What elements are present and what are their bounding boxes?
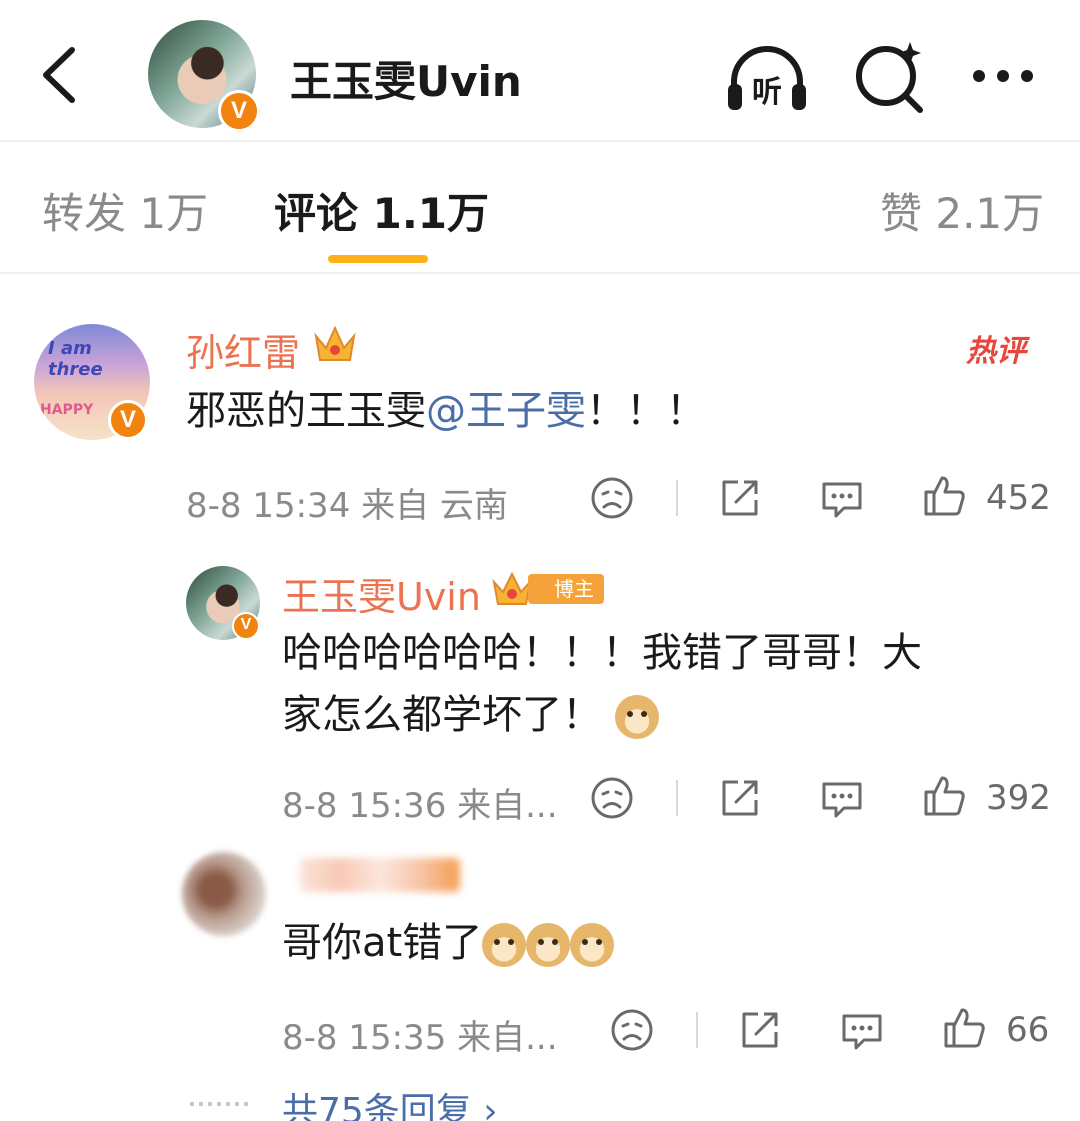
comment-text-post: ！！！ bbox=[586, 388, 706, 434]
reply-username[interactable]: 王玉雯Uvin bbox=[282, 566, 481, 621]
tab-likes[interactable]: 赞 2.1万 bbox=[880, 180, 1044, 241]
reply-text-line-2-text: 家怎么都学坏了！ bbox=[282, 692, 602, 738]
action-divider bbox=[676, 480, 678, 516]
comment-text-pre: 邪恶的王玉雯 bbox=[186, 388, 426, 434]
weibo-comment-page: V 王玉雯Uvin 听 转发 1万 评论 1.1万 赞 2.1万 I am th… bbox=[0, 0, 1080, 1121]
comment-meta: 8-8 15:34 来自 云南 bbox=[186, 486, 508, 526]
header-divider bbox=[0, 140, 1080, 142]
action-divider bbox=[696, 1012, 698, 1048]
comment-text: 邪恶的王玉雯@王子雯！！！ bbox=[186, 380, 706, 442]
reply-text: 哈哈哈哈哈哈！！！我错了哥哥！大 家怎么都学坏了！ bbox=[282, 622, 1042, 746]
page-title[interactable]: 王玉雯Uvin bbox=[290, 48, 522, 109]
hot-comment-badge: 热评 bbox=[962, 318, 1044, 369]
reply-username-blurred[interactable] bbox=[300, 858, 460, 892]
share-icon[interactable] bbox=[736, 1006, 784, 1054]
doge-emoji-icon bbox=[614, 695, 659, 739]
avatar-sticker-text: I am three bbox=[48, 338, 103, 380]
like-icon[interactable] bbox=[940, 1004, 988, 1052]
reply-icon[interactable] bbox=[838, 1006, 886, 1054]
crown-icon bbox=[314, 325, 356, 361]
reply-text-line-2: 家怎么都学坏了！ bbox=[282, 684, 1042, 746]
action-divider bbox=[676, 780, 678, 816]
more-replies-link[interactable]: 共75条回复 › bbox=[282, 1082, 498, 1121]
reply-text-line-1: 哈哈哈哈哈哈！！！我错了哥哥！大 bbox=[282, 630, 922, 676]
like-count: 66 bbox=[1006, 1010, 1050, 1050]
verified-badge: V bbox=[232, 612, 260, 640]
avatar-sticker-text-2: HAPPY bbox=[40, 402, 94, 418]
headphones-icon[interactable]: 听 bbox=[722, 38, 812, 118]
search-icon[interactable] bbox=[848, 38, 938, 118]
doge-emoji-icon bbox=[526, 923, 571, 967]
more-icon[interactable] bbox=[965, 38, 1055, 118]
dislike-face-icon[interactable] bbox=[588, 774, 636, 822]
tab-comments[interactable]: 评论 1.1万 bbox=[274, 180, 489, 241]
verified-badge: V bbox=[218, 90, 260, 132]
tab-reposts[interactable]: 转发 1万 bbox=[42, 180, 208, 241]
reply-icon[interactable] bbox=[818, 474, 866, 522]
top-nav-bar: V 王玉雯Uvin 听 bbox=[0, 0, 1080, 140]
blogger-tag: 博主 bbox=[528, 574, 604, 604]
hot-comment-label: 热评 bbox=[966, 334, 1026, 369]
dislike-face-icon[interactable] bbox=[608, 1006, 656, 1054]
comment-username[interactable]: 孙红雷 bbox=[186, 322, 300, 377]
like-icon[interactable] bbox=[920, 472, 968, 520]
avatar[interactable] bbox=[182, 852, 266, 936]
like-count: 392 bbox=[986, 778, 1051, 818]
active-tab-indicator bbox=[328, 255, 428, 263]
reply-text: 哥你at错了 bbox=[282, 912, 615, 974]
verified-badge: V bbox=[108, 400, 148, 440]
like-count: 452 bbox=[986, 478, 1051, 518]
share-icon[interactable] bbox=[716, 474, 764, 522]
reply-icon[interactable] bbox=[818, 774, 866, 822]
reply-meta: 8-8 15:36 来自... bbox=[282, 786, 558, 826]
share-icon[interactable] bbox=[716, 774, 764, 822]
doge-emoji-icon bbox=[482, 923, 527, 967]
tabs-divider bbox=[0, 272, 1080, 274]
back-arrow-icon[interactable] bbox=[30, 40, 90, 110]
reply-meta: 8-8 15:35 来自... bbox=[282, 1018, 558, 1058]
dislike-face-icon[interactable] bbox=[588, 474, 636, 522]
thread-dots bbox=[190, 1102, 252, 1106]
listen-label: 听 bbox=[752, 75, 782, 110]
mention-link[interactable]: @王子雯 bbox=[426, 388, 586, 434]
doge-emoji-icon bbox=[570, 923, 615, 967]
reply-text-body: 哥你at错了 bbox=[282, 920, 483, 966]
like-icon[interactable] bbox=[920, 772, 968, 820]
